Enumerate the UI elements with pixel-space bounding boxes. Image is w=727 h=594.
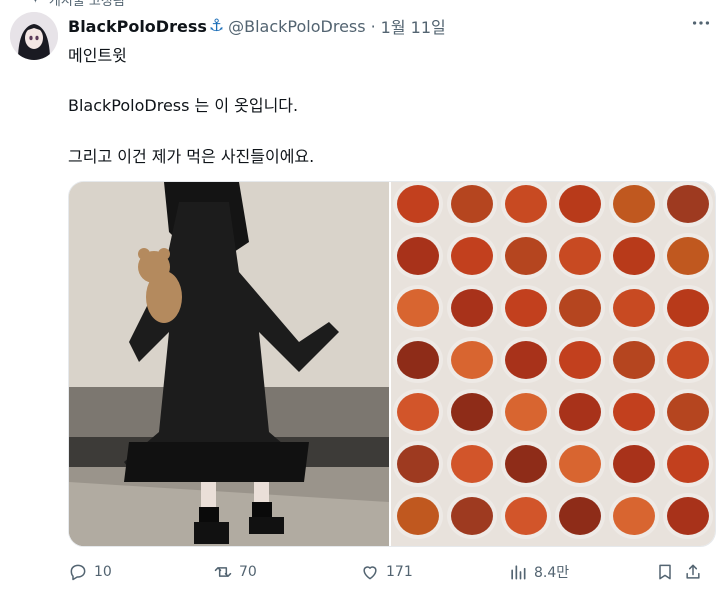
- display-name[interactable]: BlackPoloDress: [68, 17, 207, 36]
- food-item: [613, 497, 655, 535]
- food-item: [397, 341, 439, 379]
- food-item: [667, 289, 709, 327]
- analytics-icon: [511, 565, 526, 580]
- views-button[interactable]: 8.4만: [508, 562, 569, 582]
- heart-icon: [363, 566, 377, 580]
- food-item: [613, 185, 655, 223]
- food-item: [667, 341, 709, 379]
- food-item: [451, 393, 493, 431]
- food-item: [451, 341, 493, 379]
- tweet-actions: 10 70 171 8.4만: [68, 562, 714, 586]
- retweet-icon: [214, 567, 232, 577]
- food-item: [613, 393, 655, 431]
- food-item: [397, 393, 439, 431]
- tweet-subtitle: 메인트윗: [68, 46, 127, 65]
- like-count: 171: [386, 564, 413, 580]
- tweet-text-line-1: BlackPoloDress 는 이 옷입니다.: [68, 96, 299, 115]
- food-item: [667, 185, 709, 223]
- food-item: [505, 497, 547, 535]
- like-button[interactable]: 171: [360, 562, 413, 582]
- tweet-header: BlackPoloDress ⚓ @BlackPoloDress · 1월 11…: [68, 14, 446, 38]
- food-item: [613, 289, 655, 327]
- views-count: 8.4만: [534, 565, 570, 581]
- food-item: [559, 237, 601, 275]
- food-item: [397, 497, 439, 535]
- anchor-icon: ⚓: [208, 16, 225, 36]
- share-button[interactable]: [683, 562, 703, 582]
- retweet-button[interactable]: 70: [213, 562, 257, 582]
- food-item: [559, 289, 601, 327]
- food-item: [451, 289, 493, 327]
- tweet-media[interactable]: [68, 181, 716, 547]
- food-item: [505, 289, 547, 327]
- food-item: [505, 445, 547, 483]
- retweet-count: 70: [239, 564, 257, 580]
- reply-count: 10: [94, 564, 112, 580]
- user-handle[interactable]: @BlackPoloDress: [228, 17, 365, 36]
- tweet-date[interactable]: 1월 11일: [381, 14, 446, 38]
- food-item: [559, 445, 601, 483]
- tweet-text-line-2: 그리고 이건 제가 먹은 사진들이에요.: [68, 147, 315, 166]
- dress-photo[interactable]: [69, 182, 389, 546]
- food-item: [667, 445, 709, 483]
- food-item: [451, 497, 493, 535]
- bookmark-icon: [659, 564, 671, 580]
- food-item: [559, 341, 601, 379]
- food-item: [505, 237, 547, 275]
- food-item: [451, 445, 493, 483]
- food-item: [505, 185, 547, 223]
- food-item: [613, 237, 655, 275]
- food-item: [559, 393, 601, 431]
- food-item: [397, 445, 439, 483]
- food-item: [397, 185, 439, 223]
- reply-button[interactable]: 10: [68, 562, 112, 582]
- food-item: [397, 237, 439, 275]
- more-options-icon[interactable]: [690, 12, 712, 34]
- food-photo-grid[interactable]: [391, 182, 715, 546]
- separator-dot: ·: [370, 16, 376, 36]
- share-icon: [686, 564, 700, 579]
- food-item: [667, 237, 709, 275]
- bookmark-button[interactable]: [655, 562, 675, 582]
- pin-icon: ✦: [30, 0, 41, 7]
- food-item: [451, 185, 493, 223]
- food-item: [505, 341, 547, 379]
- reply-icon: [70, 564, 86, 581]
- avatar[interactable]: [10, 12, 58, 60]
- food-item: [397, 289, 439, 327]
- food-item: [613, 341, 655, 379]
- avatar-image: [10, 12, 58, 60]
- food-item: [559, 497, 601, 535]
- food-item: [667, 393, 709, 431]
- food-item: [559, 185, 601, 223]
- food-item: [451, 237, 493, 275]
- pinned-indicator: ✦ 게시물 고정됨: [30, 0, 125, 9]
- food-item: [667, 497, 709, 535]
- pinned-label: 게시물 고정됨: [48, 0, 125, 9]
- food-item: [613, 445, 655, 483]
- food-item: [505, 393, 547, 431]
